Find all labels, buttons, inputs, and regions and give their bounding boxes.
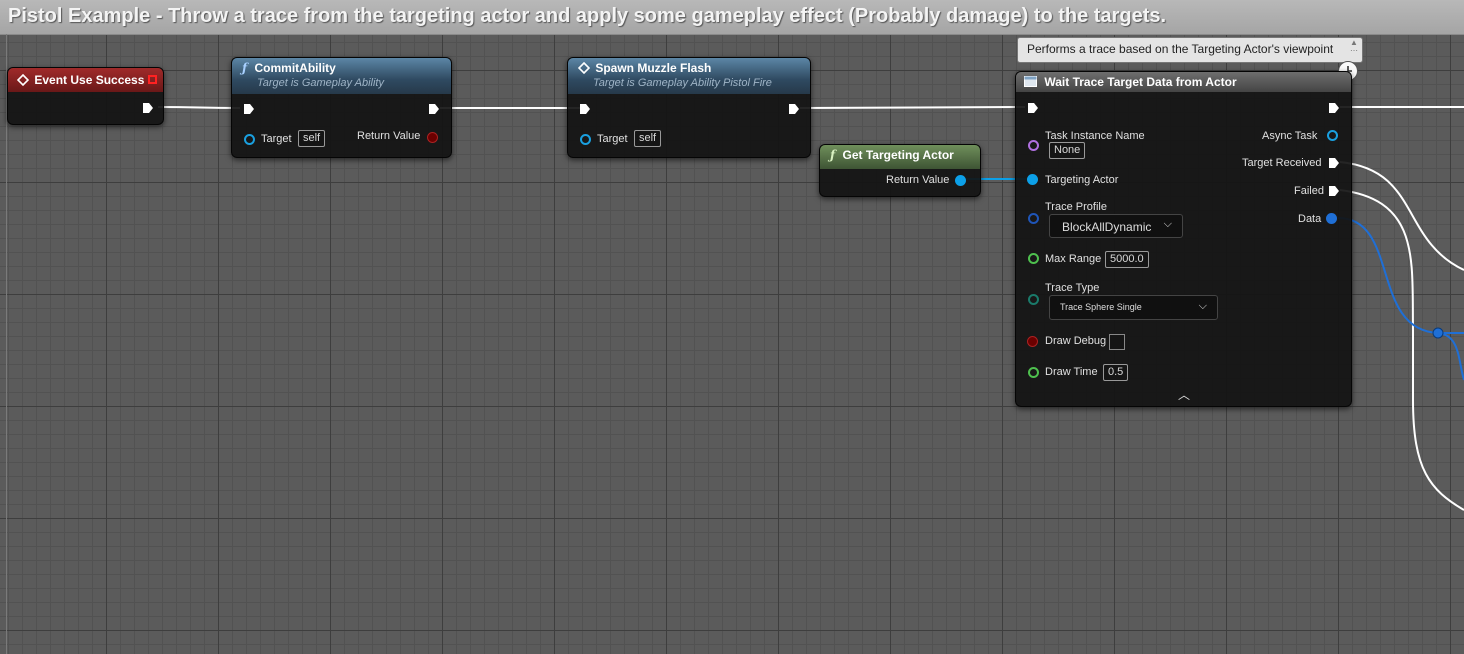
function-icon: ƒ <box>242 61 248 75</box>
spawn-muzzle-flash-node[interactable]: Spawn Muzzle Flash Target is Gameplay Ab… <box>567 57 811 158</box>
data-wire <box>1337 217 1464 334</box>
task-instance-name-label: Task Instance Name <box>1045 130 1145 142</box>
targeting-actor-label: Targeting Actor <box>1045 174 1119 186</box>
exec-wire-event-to-commit <box>157 106 241 109</box>
failed-exec-pin[interactable] <box>1328 185 1340 197</box>
function-icon: ƒ <box>830 148 836 162</box>
node-title: Spawn Muzzle Flash <box>595 61 712 75</box>
target-pin[interactable] <box>580 134 591 145</box>
target-label: Target <box>261 133 292 145</box>
async-task-pin[interactable] <box>1327 130 1338 141</box>
trace-profile-label: Trace Profile <box>1045 201 1107 213</box>
node-tooltip: Performs a trace based on the Targeting … <box>1017 37 1363 63</box>
max-range-value[interactable]: 5000.0 <box>1105 251 1149 268</box>
exec-out-pin[interactable] <box>428 103 440 115</box>
trace-type-label: Trace Type <box>1045 282 1100 294</box>
trace-type-value: Trace Sphere Single <box>1060 302 1142 312</box>
get-targeting-actor-node[interactable]: ƒ Get Targeting Actor Return Value <box>819 144 981 197</box>
targeting-actor-pin[interactable] <box>1027 174 1038 185</box>
node-subtitle: Target is Gameplay Ability <box>257 77 384 89</box>
return-value-pin[interactable] <box>955 175 966 186</box>
draw-time-value[interactable]: 0.5 <box>1103 364 1129 381</box>
trace-type-pin[interactable] <box>1028 294 1039 305</box>
commit-ability-node[interactable]: ƒ CommitAbility Target is Gameplay Abili… <box>231 57 452 158</box>
return-value-label: Return Value <box>357 130 421 142</box>
exec-wire-target-received <box>1339 161 1464 271</box>
draw-time-pin[interactable] <box>1028 367 1039 378</box>
tooltip-text: Performs a trace based on the Targeting … <box>1027 42 1334 56</box>
max-range-pin[interactable] <box>1028 253 1039 264</box>
data-wire-branch <box>1437 332 1464 381</box>
target-value[interactable]: self <box>298 130 326 147</box>
exec-wire-spawn-to-wait <box>799 106 1026 109</box>
trace-profile-pin[interactable] <box>1028 213 1039 224</box>
target-value[interactable]: self <box>634 130 662 147</box>
node-title: Get Targeting Actor <box>842 148 954 162</box>
return-value-label: Return Value <box>886 174 950 186</box>
event-diamond-icon <box>577 61 591 75</box>
exec-in-pin[interactable] <box>243 103 255 115</box>
reroute-node <box>1432 327 1444 339</box>
async-task-label: Async Task <box>1262 130 1318 142</box>
node-subtitle: Target is Gameplay Ability Pistol Fire <box>593 77 772 89</box>
exec-out-pin[interactable] <box>788 103 800 115</box>
trace-profile-value: BlockAllDynamic <box>1062 220 1152 234</box>
event-diamond-icon <box>16 73 30 87</box>
target-received-label: Target Received <box>1242 157 1322 169</box>
node-title: Wait Trace Target Data from Actor <box>1044 75 1237 89</box>
task-instance-name-pin[interactable] <box>1028 140 1039 151</box>
data-label: Data <box>1298 213 1322 225</box>
exec-wire-failed <box>1339 189 1464 511</box>
task-icon <box>1024 76 1037 87</box>
return-value-pin[interactable] <box>427 132 438 143</box>
trace-type-dropdown[interactable]: Trace Sphere Single ⌵ <box>1049 295 1218 320</box>
data-pin[interactable] <box>1326 213 1337 224</box>
node-title: CommitAbility <box>254 61 336 75</box>
chevron-down-icon: ⌵ <box>1198 300 1207 312</box>
event-use-success-node[interactable]: Event Use Success <box>7 67 164 125</box>
node-title: Event Use Success <box>34 73 145 87</box>
delegate-pin[interactable] <box>148 75 157 84</box>
exec-out-pin[interactable] <box>1328 102 1340 114</box>
trace-profile-dropdown[interactable]: BlockAllDynamic ⌵ <box>1049 214 1183 238</box>
chevron-down-icon: ⌵ <box>1163 218 1172 230</box>
tooltip-collapse-icon[interactable]: ▲ ⋯ <box>1350 39 1358 55</box>
target-pin[interactable] <box>244 134 255 145</box>
draw-debug-label: Draw Debug <box>1045 335 1107 347</box>
target-received-exec-pin[interactable] <box>1328 157 1340 169</box>
exec-in-pin[interactable] <box>579 103 591 115</box>
collapse-chevron-icon[interactable]: ︿ <box>1178 386 1190 403</box>
wait-trace-target-data-node[interactable]: Wait Trace Target Data from Actor Task I… <box>1015 71 1352 407</box>
draw-debug-checkbox[interactable] <box>1109 334 1125 350</box>
target-label: Target <box>597 133 628 145</box>
draw-time-label: Draw Time <box>1045 366 1098 378</box>
exec-out-pin[interactable] <box>142 102 154 114</box>
task-instance-name-value[interactable]: None <box>1049 142 1086 159</box>
max-range-label: Max Range <box>1045 253 1102 265</box>
exec-in-pin[interactable] <box>1027 102 1039 114</box>
draw-debug-pin[interactable] <box>1027 336 1038 347</box>
failed-label: Failed <box>1294 185 1324 197</box>
